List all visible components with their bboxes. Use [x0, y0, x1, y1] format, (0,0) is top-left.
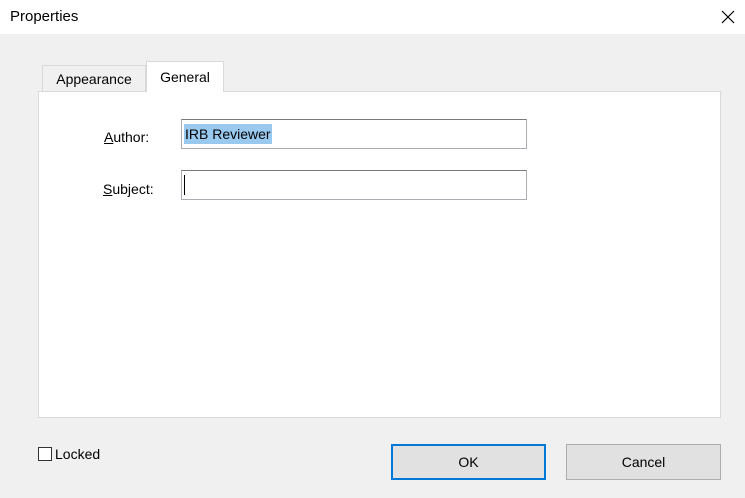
window-title: Properties	[10, 8, 79, 25]
locked-checkbox-row[interactable]: Locked	[38, 446, 100, 462]
locked-checkbox[interactable]	[38, 447, 52, 461]
ok-button[interactable]: OK	[391, 444, 546, 480]
author-input[interactable]	[181, 119, 527, 149]
title-bar: Properties	[0, 0, 745, 34]
cancel-button[interactable]: Cancel	[566, 444, 721, 480]
text-caret	[184, 175, 185, 195]
close-button[interactable]	[711, 0, 745, 34]
subject-label: Subject:	[103, 181, 154, 197]
tab-appearance[interactable]: Appearance	[42, 65, 146, 91]
close-icon	[721, 10, 735, 24]
locked-label: Locked	[55, 446, 101, 462]
author-label: Author:	[104, 129, 150, 145]
subject-input[interactable]	[181, 170, 527, 200]
tab-general[interactable]: General	[146, 61, 224, 92]
